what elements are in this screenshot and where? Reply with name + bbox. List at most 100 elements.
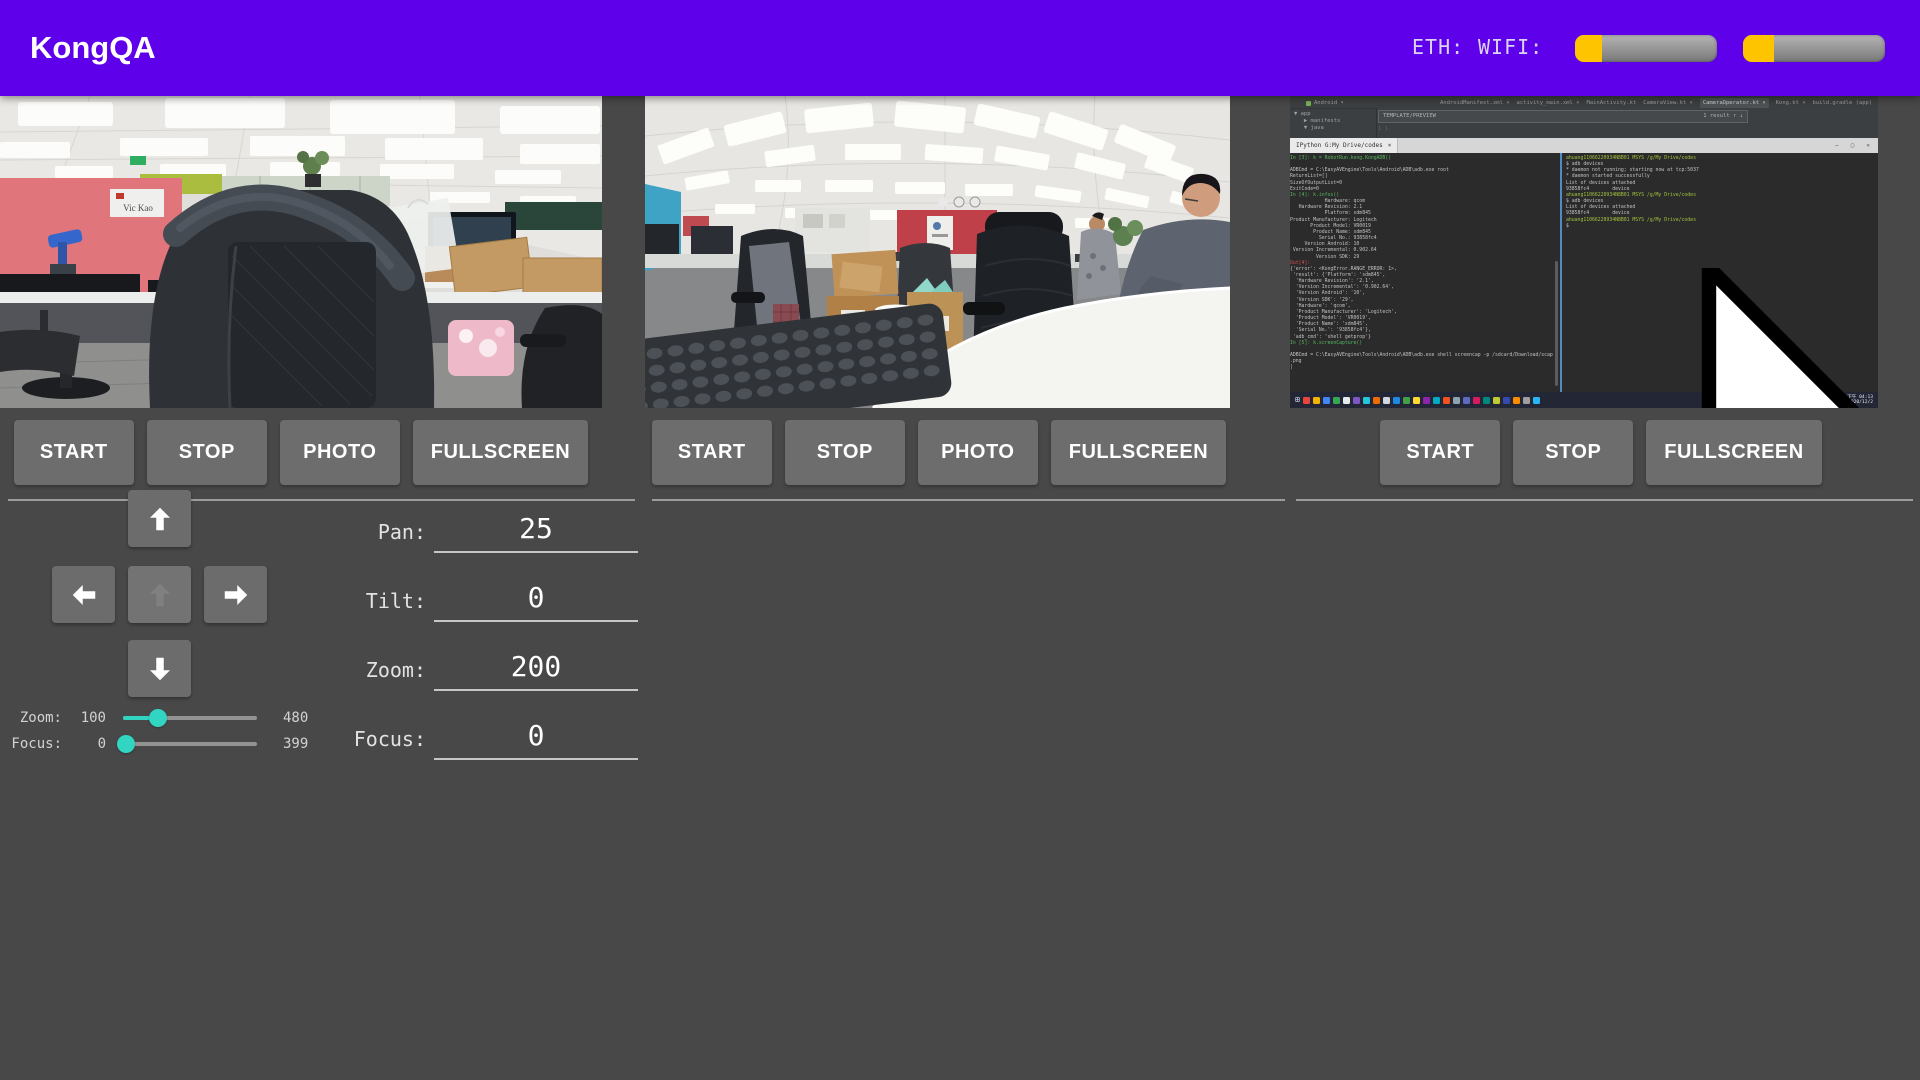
camera-2-photo-button[interactable]: PHOTO <box>918 420 1038 485</box>
taskbar-app-icon <box>1393 397 1400 404</box>
camera-3-stop-button[interactable]: STOP <box>1513 420 1633 485</box>
camera-3-start-button[interactable]: START <box>1380 420 1500 485</box>
taskbar-app-icon <box>1353 397 1360 404</box>
focus-slider-thumb[interactable] <box>117 735 135 753</box>
eth-level-fill <box>1575 35 1602 62</box>
zoom-slider-max: 480 <box>283 710 308 726</box>
ide-tab: MainActivity.kt <box>1586 98 1636 108</box>
ide-tab: CameraOperator.kt × <box>1700 98 1769 108</box>
maximize-icon: ▢ <box>1851 142 1855 149</box>
taskbar-app-icon <box>1433 397 1440 404</box>
camera-1-separator <box>8 499 635 501</box>
ide-tab: CameraView.kt × <box>1643 98 1693 108</box>
msys-terminal: ahuang11066220934N8B01 MSYS /g/My Drive/… <box>1566 156 1876 230</box>
ide-search-bar: TEMPLATE/PREVIEW 1 result ↑ ↓ <box>1378 110 1748 123</box>
focus-slider[interactable] <box>123 731 257 757</box>
pan-up-button[interactable] <box>128 490 191 547</box>
camera-2-stop-button[interactable]: STOP <box>785 420 905 485</box>
camera-3-separator <box>1296 499 1913 501</box>
pan-field-label: Pan: <box>330 520 426 553</box>
pan-input[interactable] <box>434 512 638 553</box>
camera-1-stop-button[interactable]: STOP <box>147 420 267 485</box>
taskbar-app-icon <box>1373 397 1380 404</box>
focus-slider-min: 0 <box>62 736 106 752</box>
taskbar-app-icon <box>1493 397 1500 404</box>
focus-slider-label: Focus: <box>0 736 62 752</box>
jacket-on-chair <box>149 190 434 408</box>
arrow-up-icon <box>145 504 175 534</box>
camera-1-photo-button[interactable]: PHOTO <box>280 420 400 485</box>
close-icon: ✕ <box>1866 142 1870 149</box>
camera-2-separator <box>652 499 1285 501</box>
home-ghost-icon <box>145 580 175 610</box>
tab-close-icon: × <box>1388 142 1392 149</box>
terminal-text: $ <box>1566 224 1876 230</box>
camera-1-view: Vic Kao <box>0 96 602 408</box>
focus-slider-max: 399 <box>283 736 308 752</box>
project-tree: ▼ app ▶ manifests ▼ java <box>1290 109 1376 134</box>
camera-2-controls: START STOP PHOTO FULLSCREEN <box>645 420 1233 485</box>
camera-1-start-button[interactable]: START <box>14 420 134 485</box>
tilt-field-label: Tilt: <box>330 589 426 622</box>
zoom-slider-min: 100 <box>62 710 106 726</box>
tilt-down-button[interactable] <box>128 640 191 697</box>
wall-clocks <box>938 197 980 207</box>
app-root: KongQA ETH: WIFI: <box>0 0 1920 1080</box>
pan-left-button[interactable] <box>52 566 115 623</box>
ide-tab-strip: AndroidManifest.xml ×activity_main.xml ×… <box>1440 98 1874 108</box>
ide-search-text: TEMPLATE/PREVIEW <box>1383 111 1436 122</box>
taskbar-app-icon <box>1483 397 1490 404</box>
taskbar-app-icon <box>1463 397 1470 404</box>
pink-pack <box>448 320 514 376</box>
camera-2-scene <box>645 96 1230 408</box>
focus-slider-track[interactable] <box>123 742 257 746</box>
console-window-tab: IPython G:My Drive/codes × <box>1290 138 1398 153</box>
svg-text:Vic Kao: Vic Kao <box>123 203 153 213</box>
app-header: KongQA ETH: WIFI: <box>0 0 1920 96</box>
camera-2-fullscreen-button[interactable]: FULLSCREEN <box>1051 420 1226 485</box>
zoom-slider[interactable] <box>123 705 257 731</box>
taskbar-app-icon <box>1513 397 1520 404</box>
taskbar-app-icon <box>1443 397 1450 404</box>
terminal-text: $ adb devices * daemon not running; star… <box>1566 162 1876 193</box>
tilt-input[interactable] <box>434 581 638 622</box>
camera-3-controls: START STOP FULLSCREEN <box>1290 420 1912 485</box>
mouse-cursor-icon <box>1523 268 1878 408</box>
zoom-slider-label: Zoom: <box>0 710 62 726</box>
terminal-text: $ adb devices List of devices attached 9… <box>1566 199 1876 217</box>
tilt-field-row: Tilt: <box>330 578 638 622</box>
zoom-field-row: Zoom: <box>330 647 638 691</box>
focus-input[interactable] <box>434 719 638 760</box>
console-text: ADBCmd = C:\EasyAVEngine\Tools\Android\A… <box>1290 162 1558 193</box>
window-controls: — ▢ ✕ <box>1835 142 1878 149</box>
pan-field-row: Pan: <box>330 509 638 553</box>
android-icon <box>1306 101 1311 106</box>
ide-tab: activity_main.xml × <box>1517 98 1580 108</box>
zoom-slider-row: Zoom: 100 480 <box>0 705 308 731</box>
camera-2-start-button[interactable]: START <box>652 420 772 485</box>
taskbar-app-icon <box>1313 397 1320 404</box>
taskbar-app-icon <box>1363 397 1370 404</box>
app-title: KongQA <box>30 0 156 96</box>
taskbar-app-icon <box>1453 397 1460 404</box>
taskbar-app-icon <box>1503 397 1510 404</box>
ide-project-pane: ▼ app ▶ manifests ▼ java <box>1290 108 1377 139</box>
zoom-input[interactable] <box>434 650 638 691</box>
ipython-console: In [3]: k = RobotRun.kong.KongADB() ADBC… <box>1290 156 1558 371</box>
camera-1-fullscreen-button[interactable]: FULLSCREEN <box>413 420 588 485</box>
pan-right-button[interactable] <box>204 566 267 623</box>
taskbar-app-icon <box>1303 397 1310 404</box>
camera-3-fullscreen-button[interactable]: FULLSCREEN <box>1646 420 1821 485</box>
camera-2-view <box>645 96 1230 408</box>
taskbar-app-icon <box>1333 397 1340 404</box>
arrow-left-icon <box>69 580 99 610</box>
taskbar-icons <box>1303 397 1540 404</box>
arrow-right-icon <box>221 580 251 610</box>
zoom-slider-thumb[interactable] <box>149 709 167 727</box>
ide-editor-line: 1 } <box>1378 126 1388 132</box>
taskbar-app-icon <box>1343 397 1350 404</box>
console-window-titlebar: IPython G:My Drive/codes × — ▢ ✕ <box>1290 138 1878 153</box>
pan-home-button[interactable] <box>128 566 191 623</box>
taskbar-app-icon <box>1473 397 1480 404</box>
console-text: ADBCmd = C:\EasyAVEngine\Tools\Android\A… <box>1290 347 1558 372</box>
